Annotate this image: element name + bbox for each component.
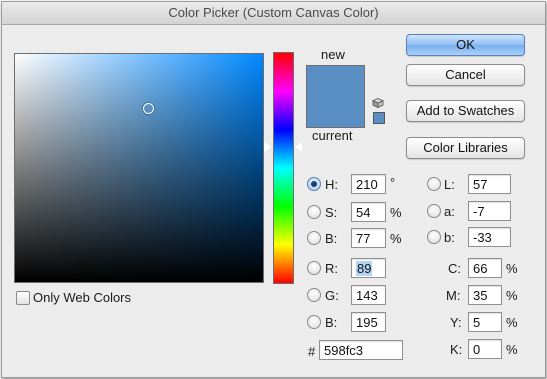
lab-l-radio[interactable] [427, 177, 441, 191]
lab-a-input[interactable]: -7 [468, 201, 511, 221]
add-to-swatches-button[interactable]: Add to Swatches [406, 100, 525, 122]
magenta-input[interactable]: 35 [468, 285, 502, 305]
hex-input[interactable]: 598fc3 [319, 340, 403, 360]
color-field-black-layer [15, 54, 263, 282]
new-color-label: new [321, 47, 345, 62]
lab-b-label: b: [444, 230, 455, 245]
dialog-title: Color Picker (Custom Canvas Color) [2, 2, 545, 25]
lab-b-input[interactable]: -33 [468, 227, 511, 247]
color-field[interactable] [14, 53, 264, 283]
blue-label: B: [325, 315, 338, 330]
ok-button[interactable]: OK [406, 34, 525, 56]
red-input[interactable]: 89 [351, 258, 386, 278]
current-color-swatch[interactable] [307, 96, 364, 127]
only-web-colors-label: Only Web Colors [33, 290, 132, 305]
lab-l-input[interactable]: 57 [468, 174, 511, 194]
yellow-input[interactable]: 5 [468, 312, 502, 332]
hue-slider-right-handle[interactable] [294, 141, 302, 153]
color-picker-dialog: Color Picker (Custom Canvas Color) new c… [1, 1, 546, 378]
brightness-unit: % [390, 231, 402, 246]
web-safe-cube-icon[interactable] [372, 98, 384, 108]
brightness-input[interactable]: 77 [351, 228, 386, 248]
saturation-unit: % [390, 205, 402, 220]
brightness-radio[interactable] [307, 231, 321, 245]
saturation-label: S: [325, 205, 338, 220]
green-input[interactable]: 143 [351, 285, 386, 305]
color-field-marker[interactable] [143, 103, 154, 114]
saturation-input[interactable]: 54 [351, 202, 386, 222]
saturation-radio[interactable] [307, 205, 321, 219]
lab-b-radio[interactable] [427, 230, 441, 244]
green-radio[interactable] [307, 288, 321, 302]
red-radio[interactable] [307, 261, 321, 275]
hue-unit: ° [390, 175, 396, 190]
yellow-unit: % [506, 315, 518, 330]
black-key-input[interactable]: 0 [468, 339, 502, 359]
green-label: G: [325, 288, 339, 303]
cancel-button[interactable]: Cancel [406, 64, 525, 86]
cyan-input[interactable]: 66 [468, 258, 502, 278]
hue-input[interactable]: 210 [351, 174, 386, 194]
brightness-label: B: [325, 231, 338, 246]
hue-slider[interactable] [273, 52, 294, 284]
magenta-unit: % [506, 288, 518, 303]
hue-radio[interactable] [307, 177, 321, 191]
black-key-label: K: [450, 342, 463, 357]
web-safe-color-swatch[interactable] [373, 112, 385, 124]
magenta-label: M: [446, 288, 461, 303]
new-color-swatch [307, 66, 364, 97]
cyan-unit: % [506, 261, 518, 276]
color-libraries-button[interactable]: Color Libraries [406, 137, 525, 159]
hue-slider-left-handle[interactable] [263, 141, 271, 153]
lab-a-radio[interactable] [427, 204, 441, 218]
current-color-label: current [312, 128, 353, 143]
cyan-label: C: [448, 261, 461, 276]
lab-l-label: L: [444, 177, 455, 192]
blue-radio[interactable] [307, 315, 321, 329]
hex-label: # [308, 344, 316, 359]
red-input-selected-text: 89 [356, 261, 373, 276]
black-key-unit: % [506, 342, 518, 357]
yellow-label: Y: [450, 315, 462, 330]
hue-label: H: [325, 177, 338, 192]
only-web-colors-checkbox[interactable] [16, 291, 30, 305]
lab-a-label: a: [444, 204, 455, 219]
blue-input[interactable]: 195 [351, 312, 386, 332]
color-preview-swatch [306, 65, 365, 128]
red-label: R: [325, 261, 338, 276]
